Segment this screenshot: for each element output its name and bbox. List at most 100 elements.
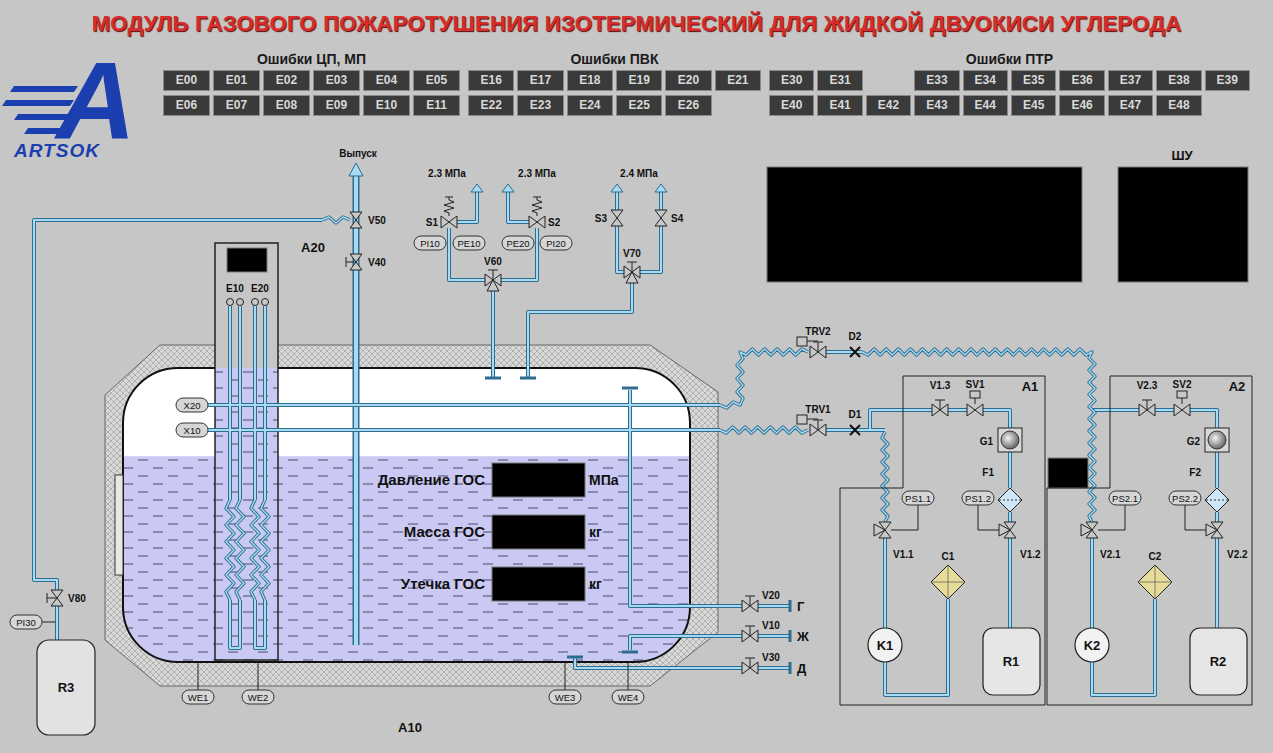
error-indicator: E33 [914, 70, 959, 91]
tank-label: A10 [398, 720, 422, 735]
sensor-tag[interactable]: PE10 [453, 236, 485, 250]
svg-text:X20: X20 [184, 400, 201, 411]
svg-text:Утечка ГОС: Утечка ГОС [401, 575, 485, 592]
svg-text:PE20: PE20 [506, 238, 529, 249]
valve[interactable]: S1 [426, 197, 457, 228]
error-indicator: E34 [963, 70, 1008, 91]
terminal-icon [237, 299, 244, 306]
svg-text:PI30: PI30 [16, 617, 36, 628]
error-group: Ошибки ПТРE30E31E33E34E35E36E37E38E39E40… [769, 50, 1250, 120]
error-indicator: E10 [363, 95, 410, 116]
valve[interactable]: V60 [484, 256, 502, 291]
valve[interactable]: V80 [47, 590, 86, 606]
error-indicator: E24 [567, 95, 613, 116]
sensor-tag[interactable]: WE4 [612, 690, 644, 704]
sensor-tag[interactable]: PE20 [502, 236, 534, 250]
compressor: K1 [868, 628, 902, 662]
sensor-tag[interactable]: X10 [176, 423, 208, 437]
sensor-tag[interactable]: PI10 [414, 236, 446, 250]
svg-text:SV2: SV2 [1173, 379, 1192, 390]
sensor-tag[interactable]: PI20 [540, 236, 572, 250]
svg-text:Ж: Ж [796, 629, 809, 644]
sensor-tag[interactable]: PS1.1 [902, 491, 934, 505]
valve[interactable]: V2.3 [1137, 380, 1158, 416]
svg-text:V2.1: V2.1 [1100, 549, 1121, 560]
outlet-label: Ж [796, 629, 809, 644]
error-indicator: E11 [413, 95, 460, 116]
valve[interactable]: V1.1 [874, 522, 914, 560]
error-indicator: E20 [665, 70, 711, 91]
error-indicator: E37 [1108, 70, 1153, 91]
svg-text:G2: G2 [1187, 436, 1201, 447]
error-indicator: E43 [914, 95, 959, 116]
svg-text:V60: V60 [484, 256, 502, 267]
svg-text:V50: V50 [368, 215, 386, 226]
svg-text:TRV2: TRV2 [805, 326, 831, 337]
sensor-tag[interactable]: X20 [176, 398, 208, 412]
error-indicator: E03 [313, 70, 360, 91]
error-indicator: E16 [468, 70, 514, 91]
valve[interactable]: V20 [742, 590, 780, 612]
sensor-tag[interactable]: WE1 [182, 690, 214, 704]
solenoid-valve[interactable]: SV1 [966, 379, 985, 416]
svg-text:S3: S3 [595, 213, 608, 224]
receiver: R2 [1190, 628, 1247, 695]
control-display [1118, 167, 1248, 282]
valve[interactable]: TRV2 [797, 326, 831, 358]
svg-text:V70: V70 [623, 248, 641, 259]
sensor-tag[interactable]: PS2.1 [1109, 491, 1141, 505]
sensor-tag[interactable]: PS2.2 [1169, 491, 1201, 505]
error-indicator: E39 [1205, 70, 1250, 91]
valve[interactable]: V1.3 [930, 380, 951, 416]
svg-text:PS1.2: PS1.2 [965, 493, 991, 504]
svg-text:R2: R2 [1210, 654, 1227, 669]
svg-text:V80: V80 [68, 593, 86, 604]
receiver: R1 [983, 628, 1040, 695]
svg-text:S2: S2 [548, 217, 561, 228]
cooler: C2 [1138, 551, 1172, 599]
valve[interactable]: V1.2 [999, 522, 1041, 560]
valve[interactable]: V40 [346, 254, 386, 270]
solenoid-valve[interactable]: SV2 [1173, 379, 1192, 416]
valve[interactable]: V30 [742, 652, 780, 674]
valve[interactable]: V2.2 [1206, 522, 1248, 560]
valve[interactable]: V10 [742, 620, 780, 642]
svg-text:V20: V20 [762, 590, 780, 601]
header: МОДУЛЬ ГАЗОВОГО ПОЖАРОТУШЕНИЯ ИЗОТЕРМИЧЕ… [0, 0, 1273, 120]
valve[interactable]: TRV1 [797, 404, 831, 436]
svg-text:TRV1: TRV1 [805, 404, 831, 415]
error-indicator: E26 [665, 95, 711, 116]
valve[interactable]: S2 [529, 197, 561, 228]
sensor-tag[interactable]: WE3 [549, 690, 581, 704]
svg-text:PS1.1: PS1.1 [905, 493, 931, 504]
valve[interactable]: S4 [655, 210, 684, 226]
svg-text:Масса ГОС: Масса ГОС [404, 523, 485, 540]
readout: Масса ГОС кг [404, 515, 602, 549]
error-indicator: E48 [1156, 95, 1201, 116]
svg-text:PS2.1: PS2.1 [1112, 493, 1138, 504]
error-indicator: E05 [413, 70, 460, 91]
gauge-label: A20 [301, 240, 325, 255]
sensor-tag[interactable]: PI30 [10, 615, 42, 629]
svg-text:Г: Г [797, 599, 805, 614]
svg-text:кг: кг [589, 524, 602, 540]
error-indicator: E42 [866, 95, 911, 116]
sensor-tag[interactable]: WE2 [242, 690, 274, 704]
valve[interactable]: S3 [595, 210, 623, 226]
error-indicator: E02 [263, 70, 310, 91]
valve[interactable]: V70 [623, 248, 641, 283]
pump-unit: A2V2.3SV2G2F2PS2.1PS2.2V2.1V2.2C2K2R2 [1047, 376, 1252, 705]
error-indicator: E47 [1108, 95, 1153, 116]
error-indicator: E36 [1059, 70, 1104, 91]
svg-text:A2: A2 [1229, 379, 1246, 394]
error-indicator: E00 [163, 70, 210, 91]
sensor-tag[interactable]: PS1.2 [962, 491, 994, 505]
error-indicator: E23 [517, 95, 563, 116]
control-panel-label: ШУ [1171, 148, 1193, 163]
svg-text:S4: S4 [671, 213, 684, 224]
error-indicator: E17 [517, 70, 563, 91]
valve[interactable]: V50 [350, 212, 386, 228]
valve[interactable]: V2.1 [1081, 522, 1121, 560]
pipes [34, 184, 1139, 690]
aux-display [1048, 458, 1088, 488]
